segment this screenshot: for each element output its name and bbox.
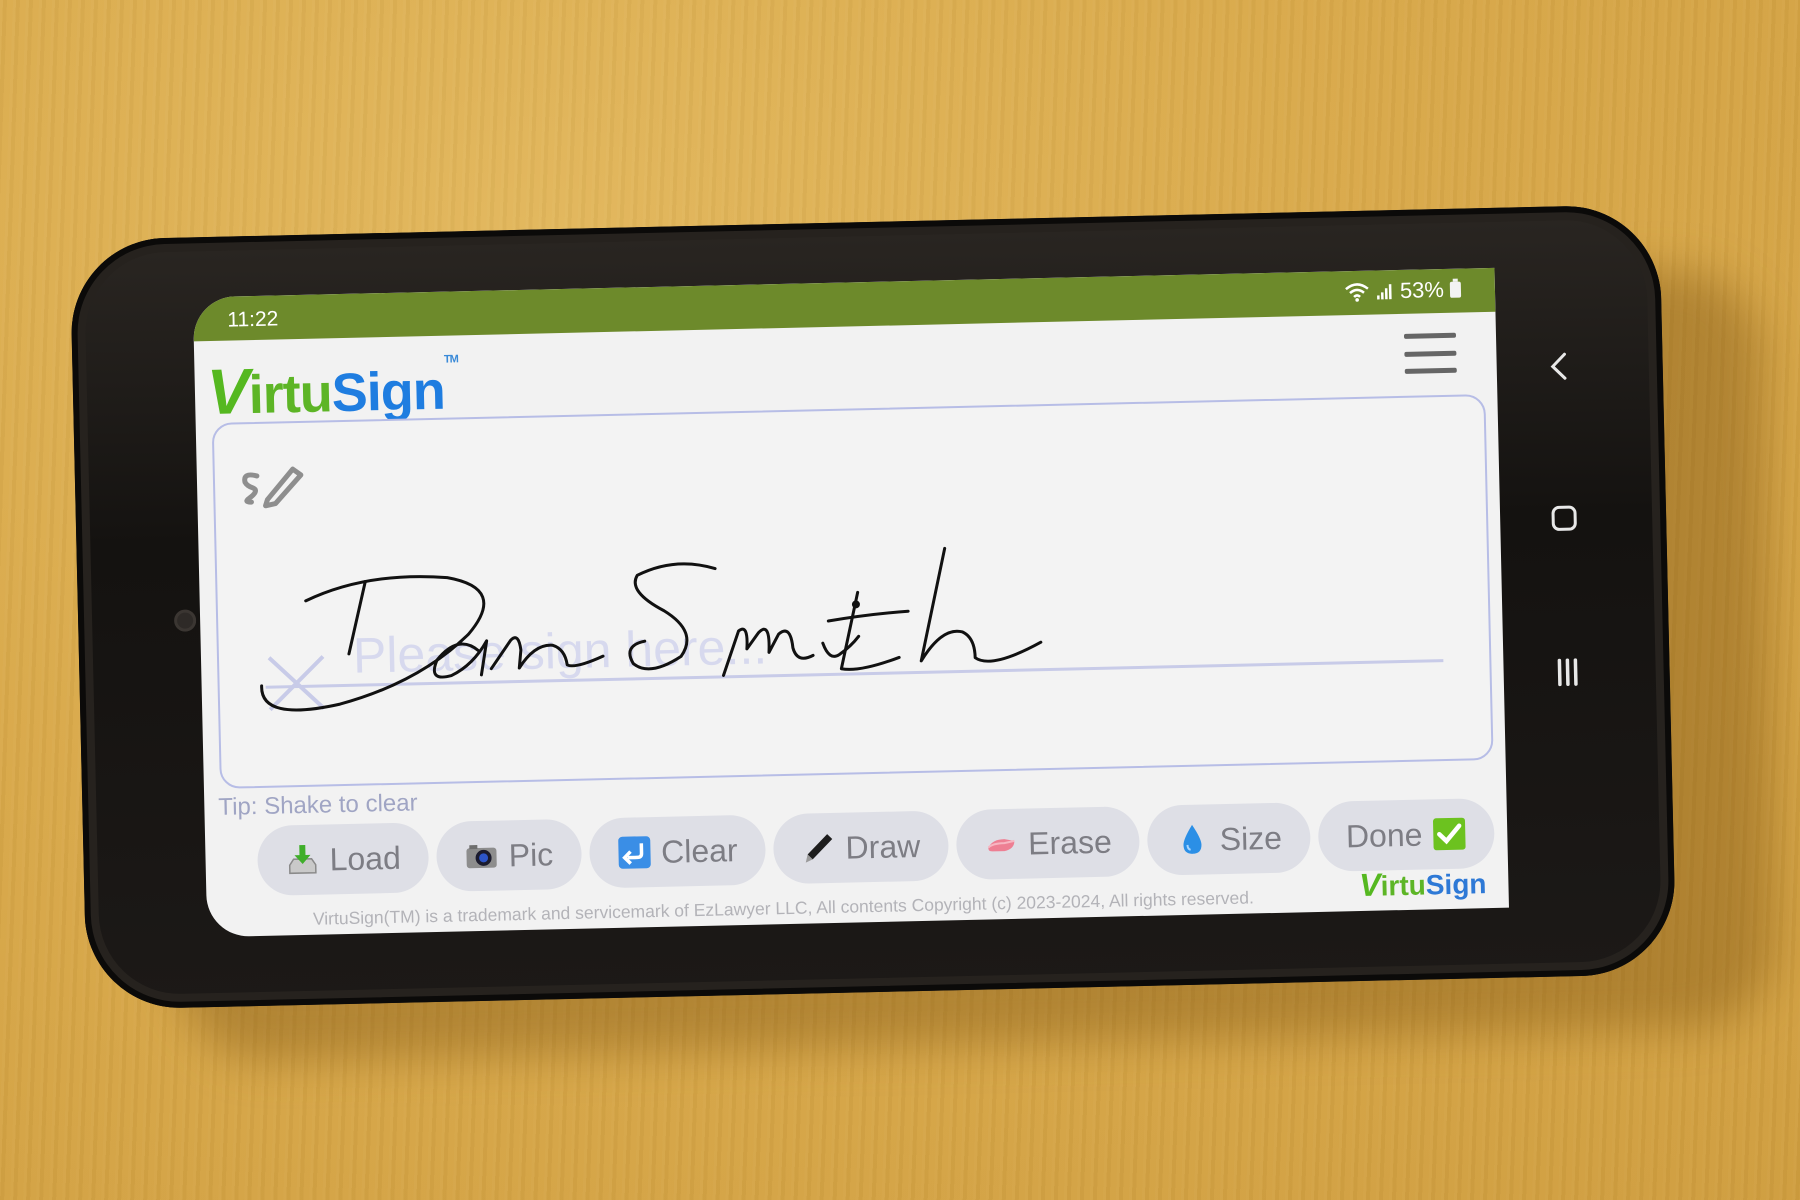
- load-button-label: Load: [329, 839, 402, 877]
- status-time: 11:22: [227, 307, 279, 332]
- clear-button[interactable]: Clear: [588, 814, 767, 889]
- tip-text: Tip: Shake to clear: [218, 789, 418, 821]
- footer-logo-irtu: irtu: [1380, 869, 1427, 902]
- hamburger-menu-icon[interactable]: [1403, 332, 1457, 374]
- signal-icon: [1377, 284, 1392, 300]
- clear-button-label: Clear: [660, 831, 738, 870]
- pen-icon: [805, 834, 833, 863]
- checkmark-icon: [1433, 817, 1466, 851]
- droplet-icon: [1183, 824, 1202, 854]
- done-button-label: Done: [1345, 816, 1423, 854]
- system-navigation-bar: [1510, 265, 1624, 907]
- recents-icon[interactable]: [1547, 652, 1588, 693]
- download-tray-icon: [288, 844, 317, 875]
- erase-button[interactable]: Erase: [955, 806, 1141, 881]
- size-button[interactable]: Size: [1146, 802, 1311, 876]
- logo-sign: Sign: [331, 360, 446, 424]
- draw-button[interactable]: Draw: [772, 810, 950, 885]
- phone-screen: 11:22 53% VirtuSignTM Please sign here..…: [192, 267, 1509, 938]
- status-icons: 53%: [1344, 277, 1462, 306]
- pic-button[interactable]: Pic: [435, 818, 582, 892]
- done-button[interactable]: Done: [1317, 797, 1496, 872]
- back-icon[interactable]: [1540, 346, 1581, 387]
- logo-irtu: irtu: [248, 363, 333, 426]
- footer-logo-sign: Sign: [1425, 868, 1487, 901]
- home-icon[interactable]: [1544, 498, 1585, 539]
- logo-v: V: [206, 355, 250, 429]
- virtusign-logo[interactable]: VirtuSignTM: [206, 349, 459, 429]
- toolbar: Load Pic Clear Draw Erase Size Done: [256, 797, 1496, 897]
- size-button-label: Size: [1219, 819, 1283, 857]
- signature-pad[interactable]: Please sign here...: [211, 394, 1494, 789]
- undo-arrow-icon: [617, 836, 651, 869]
- logo-trademark: TM: [443, 353, 458, 366]
- footer-logo[interactable]: VirtuSign: [1359, 864, 1487, 904]
- eraser-icon: [987, 839, 1015, 852]
- battery-percent: 53%: [1399, 276, 1445, 303]
- signature-drawing: [260, 546, 1043, 712]
- draw-button-label: Draw: [845, 827, 921, 866]
- erase-button-label: Erase: [1027, 823, 1113, 862]
- camera-icon: [466, 845, 497, 869]
- load-button[interactable]: Load: [256, 822, 430, 897]
- wifi-icon: [1345, 283, 1369, 302]
- pic-button-label: Pic: [508, 835, 554, 873]
- battery-icon: [1449, 281, 1462, 298]
- phone: 11:22 53% VirtuSignTM Please sign here..…: [69, 204, 1677, 1010]
- footer-logo-v: V: [1358, 866, 1382, 904]
